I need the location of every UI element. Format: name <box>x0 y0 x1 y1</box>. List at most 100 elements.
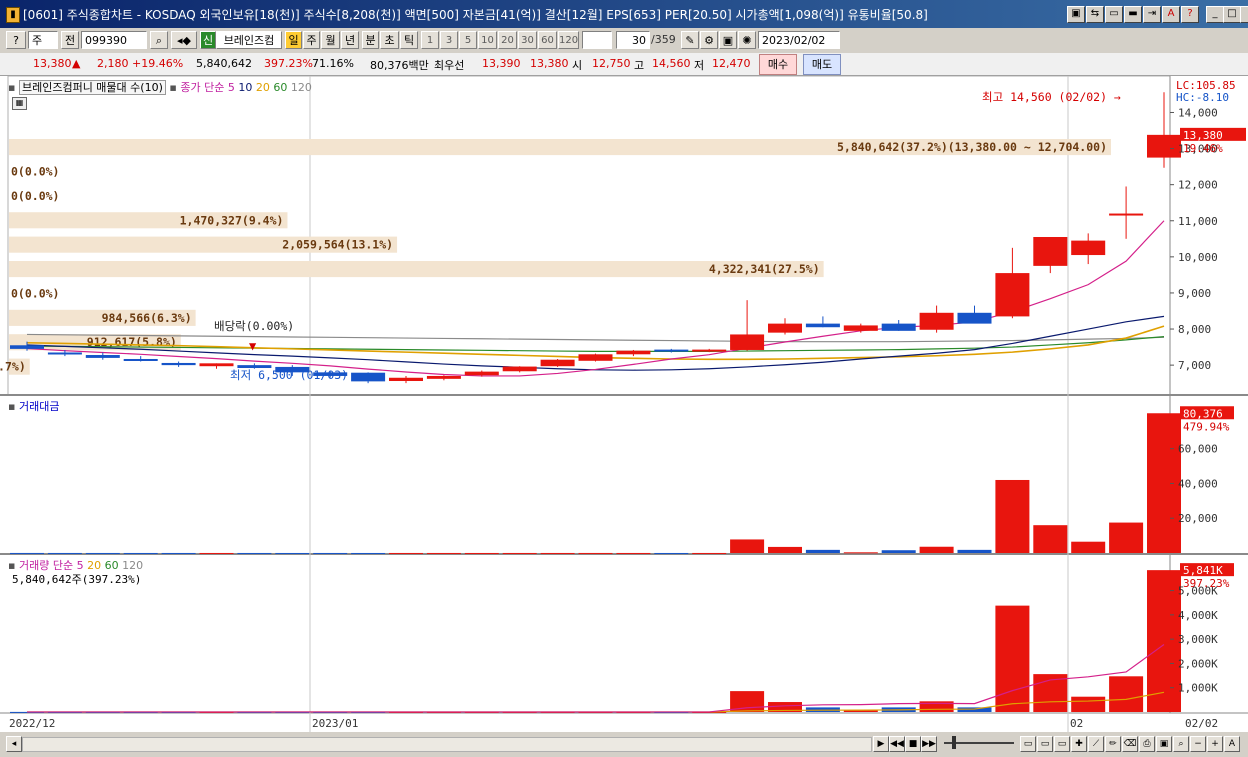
tools-icon[interactable]: ✎ <box>681 31 699 49</box>
pin-icon[interactable]: ⇥ <box>1143 6 1161 23</box>
current-date-label: 02/02 <box>1185 717 1218 730</box>
amount-bar <box>654 552 689 554</box>
interval-5[interactable]: 5 <box>459 31 477 49</box>
volume-ratio: 397.23% <box>264 57 313 70</box>
fast-forward-icon[interactable]: ▶▶ <box>921 736 937 752</box>
print-icon[interactable]: ⎙ <box>1139 736 1155 752</box>
all-button[interactable]: 전 <box>61 31 79 49</box>
rewind-icon[interactable]: ◀◀ <box>889 736 905 752</box>
scroll-track[interactable] <box>22 737 872 752</box>
sell-button[interactable]: 매도 <box>803 54 841 75</box>
amount-panel-header: ▪ 거래대금 <box>8 400 60 413</box>
interval-60[interactable]: 60 <box>538 31 557 49</box>
interval-20[interactable]: 20 <box>498 31 517 49</box>
amount-panel-title[interactable]: 거래대금 <box>19 400 59 413</box>
candle-body <box>1147 134 1181 158</box>
ma5-legend: 5 <box>227 81 235 94</box>
layout-3-icon[interactable]: ▭ <box>1054 736 1070 752</box>
close-button[interactable] <box>1240 6 1248 23</box>
candle-body <box>616 350 651 355</box>
maximize-button[interactable]: □ <box>1223 6 1241 23</box>
speaker-icon[interactable]: ◂◆ <box>171 31 197 49</box>
layout-1-icon[interactable]: ▭ <box>1020 736 1036 752</box>
stock-code-input[interactable]: 099390 <box>81 31 147 49</box>
date-input[interactable]: 2023/02/02 <box>758 31 840 49</box>
font-size-icon[interactable]: A <box>1224 736 1240 752</box>
save-icon[interactable]: ▣ <box>719 31 737 49</box>
volume-bar <box>843 710 878 712</box>
grid-table-icon[interactable]: ▦ <box>12 97 27 110</box>
volume-last-pct: 397.23% <box>1183 577 1230 590</box>
help-icon[interactable]: ? <box>1181 6 1199 23</box>
turnover-rate: 71.16% <box>312 57 354 70</box>
count-input[interactable]: 30 <box>616 31 650 49</box>
zoom-out-icon[interactable]: − <box>1190 736 1206 752</box>
y-tick-label: 11,000 <box>1178 215 1218 228</box>
interval-10[interactable]: 10 <box>478 31 497 49</box>
y-tick-label: 10,000 <box>1178 251 1218 264</box>
amount-bar <box>805 549 840 553</box>
open-label: 시 <box>572 59 583 72</box>
period-tick[interactable]: 틱 <box>400 31 418 49</box>
sync-icon[interactable]: ⇆ <box>1086 6 1104 23</box>
crosshair-icon[interactable]: ✚ <box>1071 736 1087 752</box>
open-price: 12,750 <box>592 57 631 70</box>
zoom-slider-thumb[interactable] <box>952 736 956 749</box>
draw-tool-icon[interactable]: ✏ <box>1105 736 1121 752</box>
candle-body <box>1109 213 1144 216</box>
current-price: 13,380 <box>33 57 72 70</box>
change-amount: 2,180 <box>97 57 129 70</box>
candle-body <box>768 323 802 333</box>
ma120-legend: 120 <box>290 81 312 94</box>
interval-custom-select[interactable] <box>582 31 612 49</box>
volume-profile-label: 105,362(0.7%) <box>0 360 26 374</box>
play-icon[interactable]: ▶ <box>873 736 889 752</box>
volume-ma20-line <box>27 691 1165 713</box>
buy-button[interactable]: 매수 <box>759 54 797 75</box>
volume-bar <box>1109 676 1144 712</box>
capture-icon[interactable]: ▣ <box>1156 736 1172 752</box>
stock-name: 브레인즈컴 <box>216 31 282 49</box>
trend-line-icon[interactable]: ⟋ <box>1088 736 1104 752</box>
best-bid-label: 최우선 <box>434 59 465 72</box>
eraser-icon[interactable]: ⌫ <box>1122 736 1138 752</box>
ma60-line <box>26 336 1165 353</box>
price-panel-title[interactable]: 브레인즈컴퍼니 매물대 수(10) <box>18 80 166 95</box>
dividend-annotation: 배당락(0.00%) <box>214 319 294 333</box>
scroll-left-button[interactable]: ◂ <box>6 736 22 752</box>
period-minute[interactable]: 분 <box>362 31 379 49</box>
period-day[interactable]: 일 <box>285 31 302 49</box>
interval-120[interactable]: 120 <box>558 31 579 49</box>
interval-30[interactable]: 30 <box>518 31 537 49</box>
help-search-icon[interactable]: ? <box>6 31 26 49</box>
amount-bar <box>957 549 992 553</box>
period-year[interactable]: 년 <box>341 31 359 49</box>
amount-bar <box>10 552 44 554</box>
font-icon[interactable]: A <box>1162 6 1180 23</box>
chart-area: 5,840,642(37.2%)(13,380.00 ~ 12,704.00) 0… <box>0 76 1248 732</box>
y-tick-label: 3,000K <box>1178 633 1218 646</box>
settings-icon[interactable]: ✺ <box>738 31 756 49</box>
minimize-button[interactable]: _ <box>1206 6 1224 23</box>
stop-icon[interactable]: ■ <box>905 736 921 752</box>
interval-3[interactable]: 3 <box>440 31 458 49</box>
period-month[interactable]: 월 <box>321 31 340 49</box>
amount-bar <box>540 552 575 554</box>
amount-bar <box>85 552 120 554</box>
search-icon[interactable]: ⌕ <box>150 31 168 49</box>
period-week[interactable]: 주 <box>303 31 320 49</box>
market-select[interactable]: 주 <box>28 31 58 49</box>
zoom-in-icon[interactable]: + <box>1207 736 1223 752</box>
restore-layout-icon[interactable]: ▭ <box>1105 6 1123 23</box>
zoom-search-icon[interactable]: ⌕ <box>1173 736 1189 752</box>
volume-last-label: 5,841K <box>1183 564 1223 577</box>
candle-body <box>919 312 954 330</box>
period-second[interactable]: 초 <box>380 31 399 49</box>
chart-svg: 5,840,642(37.2%)(13,380.00 ~ 12,704.00) 0… <box>0 76 1248 732</box>
interval-1[interactable]: 1 <box>421 31 439 49</box>
amount-bar <box>919 546 954 553</box>
layout-2-icon[interactable]: ▭ <box>1037 736 1053 752</box>
indicator-icon[interactable]: ⚙ <box>700 31 718 49</box>
link-window-icon[interactable]: ▣ <box>1067 6 1085 23</box>
minimize-panel-icon[interactable]: ▬ <box>1124 6 1142 23</box>
